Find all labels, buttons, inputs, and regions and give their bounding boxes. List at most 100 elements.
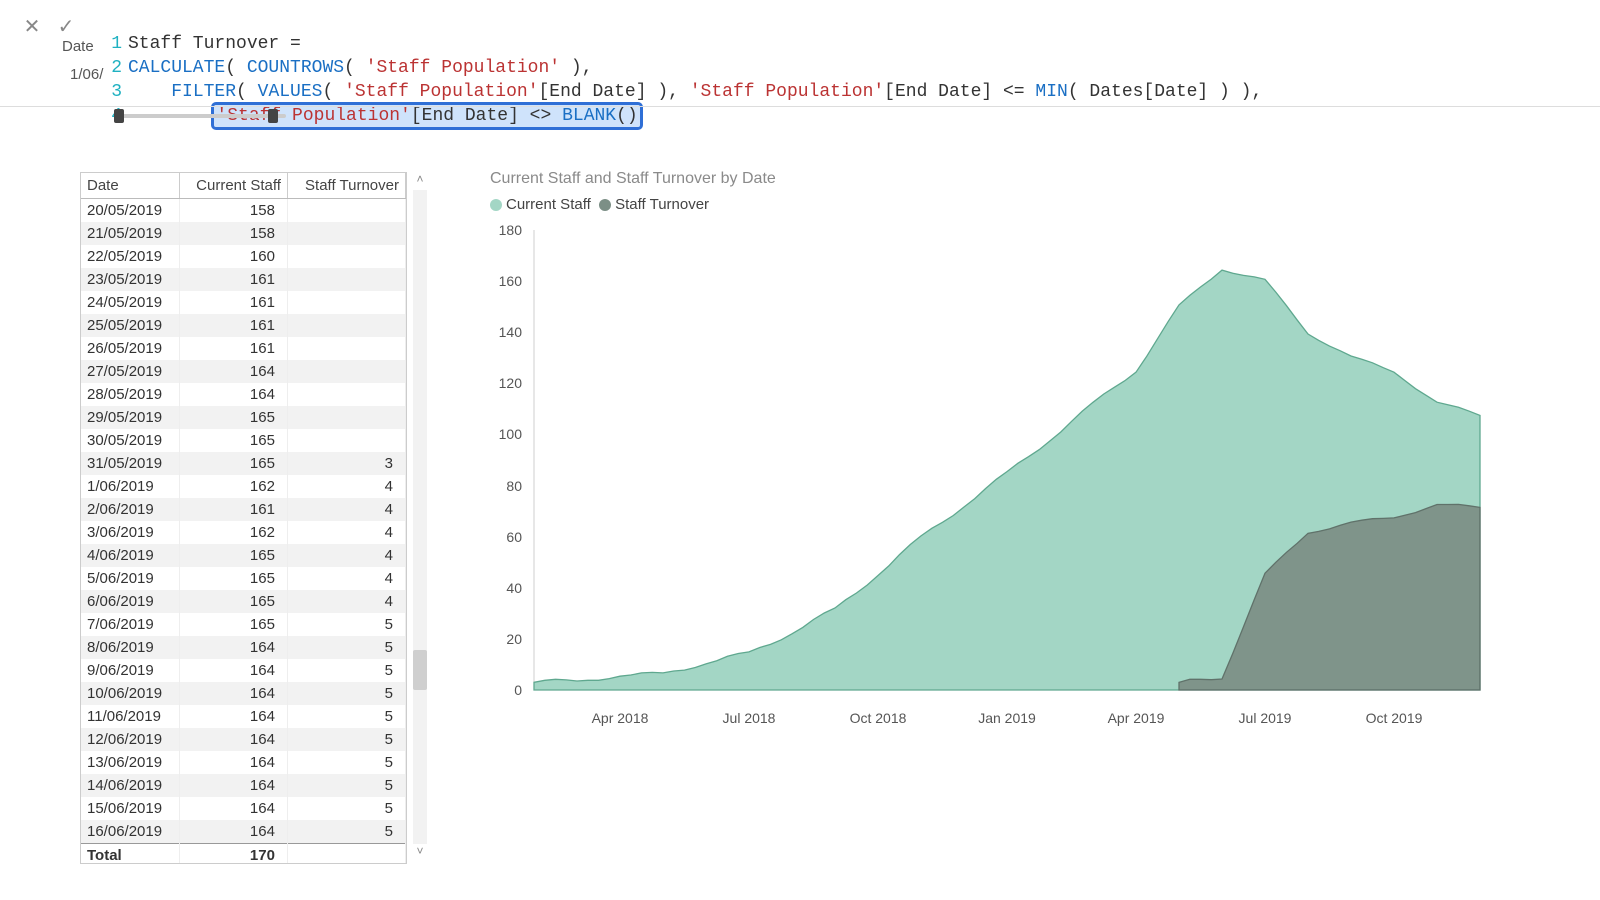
table-row[interactable]: 8/06/20191645 [81, 636, 406, 659]
cell-turnover [287, 337, 405, 360]
table-row[interactable]: 3/06/20191624 [81, 521, 406, 544]
cell-current: 164 [180, 682, 288, 705]
total-current: 170 [180, 844, 288, 865]
scrollbar-thumb[interactable] [413, 650, 427, 690]
cell-date: 2/06/2019 [81, 498, 180, 521]
cell-turnover [287, 360, 405, 383]
cell-turnover: 4 [287, 475, 405, 498]
table-row[interactable]: 5/06/20191654 [81, 567, 406, 590]
y-axis-tick: 140 [490, 324, 522, 340]
table-row[interactable]: 31/05/20191653 [81, 452, 406, 475]
table-row[interactable]: 23/05/2019161 [81, 268, 406, 291]
table-row[interactable]: 1/06/20191624 [81, 475, 406, 498]
area-chart-visual[interactable]: Current Staff and Staff Turnover by Date… [490, 170, 1490, 740]
cell-date: 6/06/2019 [81, 590, 180, 613]
cell-current: 165 [180, 590, 288, 613]
scroll-up-icon[interactable]: ˄ [410, 172, 430, 190]
chart-svg [490, 224, 1490, 724]
table-row[interactable]: 24/05/2019161 [81, 291, 406, 314]
close-icon: ✕ [24, 14, 41, 39]
data-table: Date Current Staff Staff Turnover 20/05/… [81, 173, 406, 864]
col-header-date[interactable]: Date [81, 173, 180, 199]
table-row[interactable]: 12/06/20191645 [81, 728, 406, 751]
cell-turnover [287, 245, 405, 268]
table-row[interactable]: 27/05/2019164 [81, 360, 406, 383]
cell-current: 164 [180, 774, 288, 797]
cell-current: 161 [180, 498, 288, 521]
x-axis-tick: Jul 2019 [1239, 710, 1292, 726]
table-row[interactable]: 11/06/20191645 [81, 705, 406, 728]
table-row[interactable]: 14/06/20191645 [81, 774, 406, 797]
slicer-start-date: 1/06/ [70, 66, 103, 83]
cell-date: 23/05/2019 [81, 268, 180, 291]
table-row[interactable]: 4/06/20191654 [81, 544, 406, 567]
x-axis-tick: Jan 2019 [978, 710, 1036, 726]
x-axis-tick: Oct 2019 [1366, 710, 1423, 726]
table-row[interactable]: 30/05/2019165 [81, 429, 406, 452]
cell-current: 161 [180, 314, 288, 337]
chart-plot-area: 020406080100120140160180Apr 2018Jul 2018… [490, 224, 1490, 724]
table-row[interactable]: 6/06/20191654 [81, 590, 406, 613]
slider-thumb-end[interactable] [268, 109, 278, 123]
cell-date: 21/05/2019 [81, 222, 180, 245]
table-row[interactable]: 21/05/2019158 [81, 222, 406, 245]
cell-turnover: 4 [287, 567, 405, 590]
cell-current: 165 [180, 567, 288, 590]
slider-thumb-start[interactable] [114, 109, 124, 123]
table-row[interactable]: 22/05/2019160 [81, 245, 406, 268]
table-row[interactable]: 9/06/20191645 [81, 659, 406, 682]
chart-title: Current Staff and Staff Turnover by Date [490, 170, 1490, 188]
cell-date: 8/06/2019 [81, 636, 180, 659]
scrollbar-track[interactable] [413, 190, 427, 844]
data-table-visual[interactable]: Date Current Staff Staff Turnover 20/05/… [80, 172, 407, 864]
chart-legend: Current Staff Staff Turnover [490, 196, 1490, 213]
cell-turnover: 4 [287, 590, 405, 613]
table-row[interactable]: 28/05/2019164 [81, 383, 406, 406]
y-axis-tick: 80 [490, 478, 522, 494]
cell-date: 26/05/2019 [81, 337, 180, 360]
scroll-down-icon[interactable]: ˅ [410, 844, 430, 862]
cell-date: 22/05/2019 [81, 245, 180, 268]
cell-current: 165 [180, 544, 288, 567]
commit-button[interactable]: ✓ [52, 12, 80, 40]
cell-turnover: 4 [287, 544, 405, 567]
cell-turnover: 3 [287, 452, 405, 475]
legend-swatch-2 [599, 199, 611, 211]
cell-turnover [287, 291, 405, 314]
cell-turnover: 5 [287, 797, 405, 820]
cell-turnover: 4 [287, 498, 405, 521]
cancel-button[interactable]: ✕ [18, 12, 46, 40]
cell-current: 164 [180, 659, 288, 682]
x-axis-tick: Apr 2019 [1108, 710, 1165, 726]
table-row[interactable]: 20/05/2019158 [81, 199, 406, 223]
table-row[interactable]: 15/06/20191645 [81, 797, 406, 820]
cell-current: 164 [180, 360, 288, 383]
cell-current: 162 [180, 475, 288, 498]
table-scrollbar[interactable]: ˄ ˅ [410, 172, 430, 862]
table-row[interactable]: 2/06/20191614 [81, 498, 406, 521]
table-row[interactable]: 29/05/2019165 [81, 406, 406, 429]
table-row[interactable]: 10/06/20191645 [81, 682, 406, 705]
cell-date: 15/06/2019 [81, 797, 180, 820]
col-header-turnover[interactable]: Staff Turnover [287, 173, 405, 199]
table-row[interactable]: 7/06/20191655 [81, 613, 406, 636]
table-row[interactable]: 26/05/2019161 [81, 337, 406, 360]
cell-current: 160 [180, 245, 288, 268]
table-row[interactable]: 13/06/20191645 [81, 751, 406, 774]
cell-date: 29/05/2019 [81, 406, 180, 429]
cell-current: 165 [180, 406, 288, 429]
legend-label-2: Staff Turnover [615, 196, 709, 213]
col-header-current[interactable]: Current Staff [180, 173, 288, 199]
cell-current: 164 [180, 728, 288, 751]
cell-turnover: 5 [287, 751, 405, 774]
cell-turnover [287, 199, 405, 223]
table-row[interactable]: 25/05/2019161 [81, 314, 406, 337]
dax-editor[interactable]: 1Staff Turnover = 2CALCULATE( COUNTROWS(… [104, 8, 1588, 152]
cell-date: 7/06/2019 [81, 613, 180, 636]
cell-current: 161 [180, 268, 288, 291]
table-row[interactable]: 16/06/20191645 [81, 820, 406, 844]
cell-turnover [287, 314, 405, 337]
x-axis-tick: Apr 2018 [592, 710, 649, 726]
check-icon: ✓ [58, 14, 75, 39]
date-slicer-slider[interactable] [118, 114, 286, 118]
